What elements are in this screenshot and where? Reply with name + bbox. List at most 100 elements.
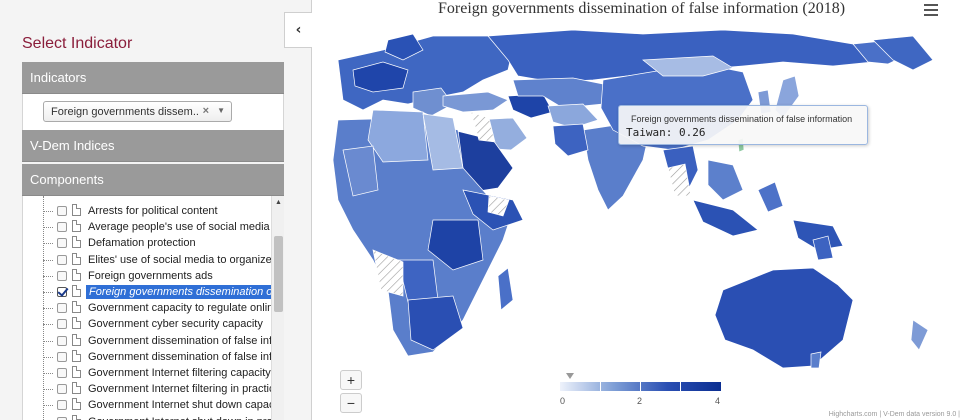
tree-item-label: Government Internet filtering in practic… xyxy=(88,383,271,396)
tree-item[interactable]: Elites' use of social media to organize … xyxy=(23,252,271,268)
country-region xyxy=(407,295,464,351)
document-icon xyxy=(72,366,81,378)
legend-max-label: 4 xyxy=(715,396,721,406)
tree-connector xyxy=(43,275,53,277)
tree-connector xyxy=(43,373,53,374)
accordion-components[interactable]: Components xyxy=(22,164,284,196)
tree-item-label: Government Internet shut down in practic… xyxy=(88,415,271,420)
document-icon xyxy=(72,382,81,395)
country-region xyxy=(442,91,509,113)
map-countries[interactable] xyxy=(332,29,934,369)
tree-checkbox[interactable] xyxy=(57,416,67,420)
tree-checkbox[interactable] xyxy=(57,335,67,346)
document-icon xyxy=(72,252,81,265)
tree-item[interactable]: Government dissemination of false inform… xyxy=(23,333,271,349)
menu-icon[interactable] xyxy=(924,4,938,16)
scroll-thumb[interactable] xyxy=(274,236,283,312)
tree-checkbox[interactable] xyxy=(57,368,67,378)
tree-checkbox[interactable] xyxy=(57,206,67,216)
tree-item[interactable]: Government capacity to regulate online c… xyxy=(23,300,271,316)
tree-connector xyxy=(43,308,53,310)
tree-item-label: Arrests for political content xyxy=(88,205,218,217)
document-icon xyxy=(72,220,81,233)
tree-checkbox[interactable] xyxy=(57,287,67,297)
world-map[interactable] xyxy=(313,0,960,420)
tree-connector xyxy=(43,324,53,326)
legend-divider xyxy=(640,382,641,391)
scroll-up-icon[interactable]: ▲ xyxy=(275,199,282,206)
tree-item-label: Foreign governments dissemination of fal… xyxy=(86,285,271,299)
zoom-out-button[interactable]: − xyxy=(340,393,362,413)
tree-list: Arrests for political content Average peo… xyxy=(23,196,271,420)
document-icon xyxy=(72,285,81,297)
tree-checkbox[interactable] xyxy=(57,303,67,314)
indicator-select-container: Foreign governments dissem... × ▼ xyxy=(22,94,284,130)
country-region xyxy=(810,351,822,369)
indicator-select[interactable]: Foreign governments dissem... × ▼ xyxy=(43,101,232,122)
tree-checkbox[interactable] xyxy=(57,400,67,411)
tree-item[interactable]: Government Internet shut down capacity xyxy=(23,397,271,413)
tree-checkbox[interactable] xyxy=(57,319,67,330)
document-icon xyxy=(72,349,81,362)
tree-checkbox[interactable] xyxy=(57,254,67,265)
indicator-panel: Select Indicator Indicators Foreign gove… xyxy=(0,0,312,420)
tree-item[interactable]: Arrests for political content xyxy=(23,203,271,219)
map-area: Foreign governments dissemination of fal… xyxy=(313,0,960,420)
tree-item[interactable]: Foreign governments ads xyxy=(23,268,271,284)
tree-scrollbar[interactable]: ▲ xyxy=(271,196,284,420)
country-region xyxy=(910,319,929,351)
tree-item-label: Average people's use of social media to … xyxy=(88,221,271,234)
document-icon xyxy=(72,236,81,249)
country-region xyxy=(714,267,854,369)
zoom-in-button[interactable]: + xyxy=(340,370,362,390)
document-icon xyxy=(72,333,81,346)
tree-item[interactable]: Government dissemination of false inform… xyxy=(23,349,271,365)
tree-item[interactable]: Average people's use of social media to … xyxy=(23,219,271,235)
legend-min-label: 0 xyxy=(560,396,566,406)
document-icon xyxy=(72,204,81,216)
tree-connector xyxy=(43,405,53,407)
chevron-down-icon[interactable]: ▼ xyxy=(217,106,225,115)
country-region xyxy=(497,267,514,311)
tree-checkbox[interactable] xyxy=(57,270,67,281)
tree-item[interactable]: Foreign governments dissemination of fal… xyxy=(23,284,271,300)
tree-item-label: Defamation protection xyxy=(88,237,196,250)
legend-divider xyxy=(680,382,681,391)
country-region xyxy=(692,199,759,237)
tree-connector xyxy=(43,243,53,245)
tree-checkbox[interactable] xyxy=(57,351,67,362)
tree-item[interactable]: Government Internet filtering capacity xyxy=(23,365,271,381)
document-icon xyxy=(72,414,81,420)
legend-mid-label: 2 xyxy=(637,396,643,406)
country-region xyxy=(757,181,784,213)
tree-item-label: Government dissemination of false inform… xyxy=(88,334,271,347)
tree-connector xyxy=(43,389,53,391)
clear-icon[interactable]: × xyxy=(203,105,209,117)
components-tree: Arrests for political content Average peo… xyxy=(22,196,284,420)
country-region xyxy=(707,159,744,201)
collapse-panel-button[interactable]: ‹ xyxy=(284,12,312,48)
accordion-vdem-indices[interactable]: V-Dem Indices xyxy=(22,130,284,162)
accordion-indicators[interactable]: Indicators xyxy=(22,62,284,94)
tree-checkbox[interactable] xyxy=(57,238,67,249)
document-icon xyxy=(72,317,81,330)
tree-item[interactable]: Government Internet filtering in practic… xyxy=(23,381,271,397)
tree-item-label: Government dissemination of false inform… xyxy=(88,350,271,363)
app-root: Select Indicator Indicators Foreign gove… xyxy=(0,0,960,420)
country-region xyxy=(552,123,589,157)
map-tooltip: Foreign governments dissemination of fal… xyxy=(618,105,868,145)
tree-item-label: Foreign governments ads xyxy=(88,269,213,282)
tree-checkbox[interactable] xyxy=(57,222,67,233)
credits[interactable]: Highcharts.com | V-Dem data version 9.0 … xyxy=(829,411,960,418)
map-title: Foreign governments dissemination of fal… xyxy=(437,0,846,17)
legend-marker-icon xyxy=(566,373,574,379)
panel-title: Select Indicator xyxy=(22,35,133,52)
tree-item[interactable]: Government cyber security capacity xyxy=(23,316,271,332)
tree-item[interactable]: Defamation protection xyxy=(23,235,271,251)
tree-item[interactable]: Government Internet shut down in practic… xyxy=(23,414,271,420)
indicator-select-value: Foreign governments dissem... xyxy=(51,105,199,118)
tree-connector xyxy=(43,227,53,229)
tree-item-label: Government capacity to regulate online c… xyxy=(88,302,271,315)
tree-checkbox[interactable] xyxy=(57,384,67,395)
tree-connector xyxy=(43,340,53,342)
